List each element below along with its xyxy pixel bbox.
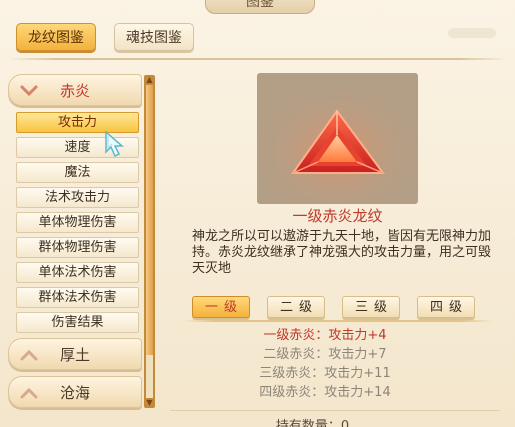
scroll-thumb[interactable] — [146, 85, 153, 355]
list-item-magic[interactable]: 魔法 — [16, 162, 139, 183]
header-decoration — [448, 28, 496, 38]
level-tab-4[interactable]: 四级 — [417, 296, 475, 318]
category-label: 沧海 — [59, 384, 90, 402]
level-stat-4: 四级赤炎：攻击力+14 — [259, 385, 391, 400]
list-item-single-spell[interactable]: 单体法术伤害 — [16, 262, 139, 283]
list-item-spell-attack[interactable]: 法术攻击力 — [16, 187, 139, 208]
scroll-down-arrow-icon[interactable]: ▼ — [145, 398, 154, 407]
item-description: 神龙之所以可以遨游于九天十地，皆因有无限神力加持。赤炎龙纹继承了神龙强大的攻击力… — [192, 229, 492, 276]
list-item-group-spell[interactable]: 群体法术伤害 — [16, 287, 139, 308]
list-item-single-physical[interactable]: 单体物理伤害 — [16, 212, 139, 233]
list-item-damage-result[interactable]: 伤害结果 — [16, 312, 139, 333]
level-tab-divider — [183, 320, 493, 322]
tab-soul-skill[interactable]: 魂技图鉴 — [114, 23, 194, 51]
header-divider — [8, 58, 508, 60]
pointer-cursor-icon — [105, 130, 124, 158]
category-houtu[interactable]: 厚土 — [8, 338, 142, 370]
window-title: 图鉴 — [205, 0, 315, 14]
level-tab-3[interactable]: 三级 — [342, 296, 400, 318]
scroll-up-arrow-icon[interactable]: ▲ — [145, 75, 154, 84]
red-triangle-gem-icon — [257, 73, 418, 204]
level-tab-2[interactable]: 二级 — [267, 296, 325, 318]
owned-count: 持有数量：0 — [275, 419, 350, 427]
tab-dragon-pattern[interactable]: 龙纹图鉴 — [16, 23, 96, 51]
category-canghai[interactable]: 沧海 — [8, 376, 142, 408]
gem-preview — [257, 73, 418, 204]
category-scrollbar[interactable]: ▲ ▼ — [144, 75, 155, 408]
footer-divider — [170, 410, 500, 411]
list-item-group-physical[interactable]: 群体物理伤害 — [16, 237, 139, 258]
item-name: 一级赤炎龙纹 — [292, 207, 383, 225]
category-label: 赤炎 — [59, 82, 90, 100]
level-stat-2: 二级赤炎：攻击力+7 — [263, 347, 387, 362]
level-stat-1: 一级赤炎：攻击力+4 — [263, 328, 387, 343]
category-chiyan[interactable]: 赤炎 — [8, 74, 142, 106]
level-tab-1[interactable]: 一级 — [192, 296, 250, 318]
category-label: 厚土 — [59, 346, 90, 364]
level-stat-3: 三级赤炎：攻击力+11 — [259, 366, 391, 381]
